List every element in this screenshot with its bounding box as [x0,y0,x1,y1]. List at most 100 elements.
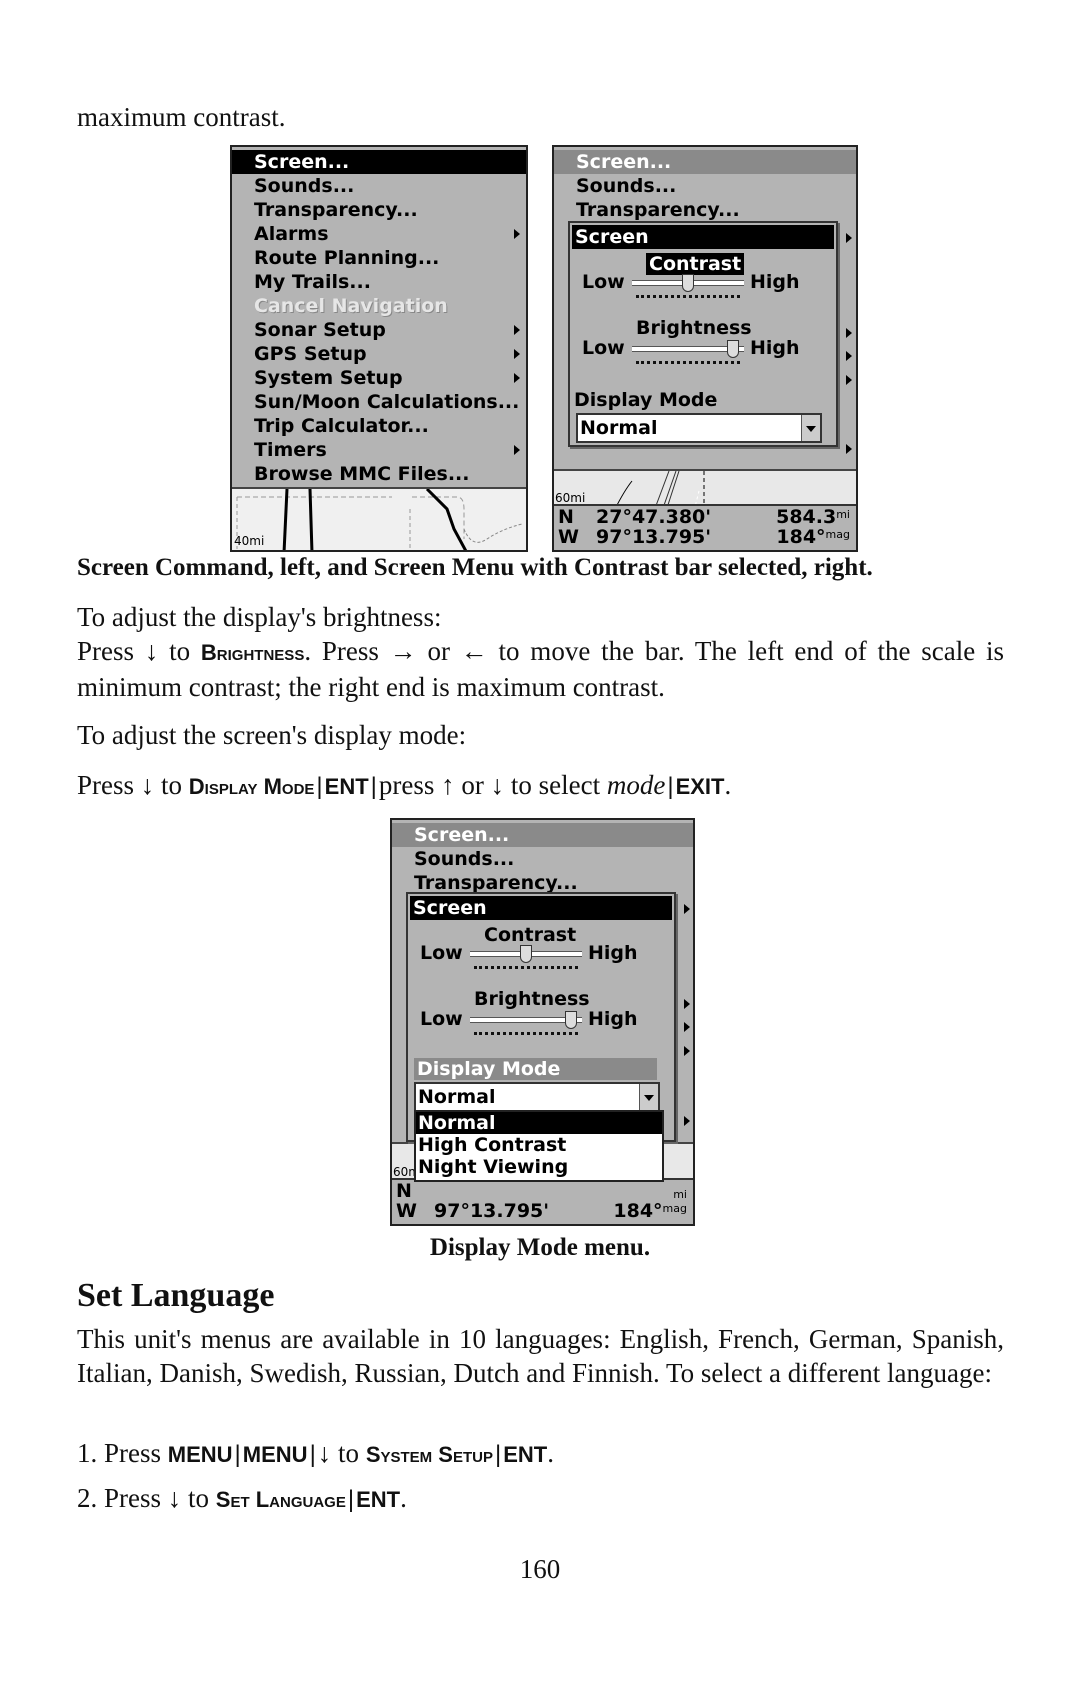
contrast-slider-ticks [474,962,578,969]
bearing-value: 184° [776,526,826,548]
map-scale: 40mi [234,534,265,548]
display-mode-options: Normal High Contrast Night Viewing [414,1110,664,1182]
brightness-intro: To adjust the display's brightness: [77,602,442,632]
submenu-arrow-icon [514,325,520,335]
chevron-down-icon[interactable] [801,415,820,441]
contrast-high-label: High [588,942,638,964]
bg-menu-item-sounds: Sounds... [576,175,677,197]
submenu-arrow-icon [514,229,520,239]
period: . [724,770,732,800]
bearing-unit: mag [662,1202,687,1215]
contrast-slider-thumb[interactable] [682,274,694,292]
menu-item[interactable]: Route Planning... [232,246,526,270]
lon-prefix: W [396,1200,417,1222]
submenu-arrow-icon [684,1116,690,1126]
key-menu: MENU [242,1442,308,1467]
submenu-arrow-icon [684,904,690,914]
chevron-down-icon[interactable] [639,1084,658,1110]
language-paragraph: This unit's menus are available in 10 la… [77,1324,1004,1388]
brightness-slider-thumb[interactable] [727,340,739,358]
screen-command-menu: Screen... Sounds... Transparency... Alarms R… [230,145,528,552]
contrast-label[interactable]: Contrast [484,924,576,946]
menu-item[interactable]: Alarms [232,222,526,246]
separator: | [494,1441,502,1468]
distance-value: 584.3 [776,506,837,528]
menu-item[interactable]: Browse MMC Files... [232,462,526,486]
position-status-bar: N mi W 97°13.795' 184°mag [392,1178,693,1224]
step-number: 1. [77,1438,98,1468]
menu-item[interactable]: Sounds... [232,174,526,198]
contrast-low-label: Low [582,271,625,293]
map-area: 40mi [232,487,526,550]
to-word: to [188,1483,210,1513]
option-normal[interactable]: Normal [416,1112,662,1134]
key-set-language: Set Language [215,1487,346,1512]
option-high-contrast[interactable]: High Contrast [416,1134,662,1156]
to-word: to [338,1438,360,1468]
menu-item[interactable]: Trip Calculator... [232,414,526,438]
brightness-high-label: High [750,337,800,359]
section-heading: Set Language [77,1277,275,1314]
longitude-row: W 97°13.795' 184°mag [558,526,850,548]
brightness-slider-ticks [636,357,740,364]
contrast-slider-thumb[interactable] [520,945,532,963]
press-word: Press [104,1483,162,1513]
submenu-arrow-icon [514,349,520,359]
lead-text: maximum contrast. [77,102,286,132]
step-2: 2. Press ↓ to Set Language|ENT. [77,1481,407,1517]
press-word: Press [77,636,135,666]
down-arrow-icon: ↓ [144,636,159,666]
period: . [400,1483,407,1513]
menu-item[interactable]: System Setup [232,366,526,390]
brightness-low-label: Low [582,337,625,359]
separator: | [316,773,323,800]
dialog-title: Screen [572,225,834,249]
brightness-label[interactable]: Brightness [474,988,590,1010]
step-1: 1. Press MENU|MENU|↓ to System Setup|ENT… [77,1436,554,1472]
longitude-row: W 97°13.795' 184°mag [396,1200,687,1222]
submenu-arrow-icon [684,999,690,1009]
brightness-high-label: High [588,1008,638,1030]
screen-settings-menu: Screen... Sounds... Transparency... 60mi… [552,145,858,552]
separator: | [347,1486,355,1513]
down-arrow-icon: ↓ [317,1438,332,1468]
latitude-row: N mi [396,1180,687,1202]
bearing-unit: mag [825,528,850,541]
display-mode-select[interactable]: Normal [414,1082,660,1112]
down-arrow-icon: ↓ [140,770,155,800]
map-scale: 60mi [555,491,586,505]
bearing-value: 184° [613,1200,663,1222]
contrast-slider-ticks [636,291,740,298]
lat-prefix: N [558,506,574,528]
menu-item: Cancel Navigation [254,295,448,317]
brightness-slider-ticks [474,1028,578,1035]
to-word: to [169,636,191,666]
menu-item[interactable]: Sonar Setup [232,318,526,342]
key-menu: MENU [167,1442,233,1467]
menu-item[interactable]: Sun/Moon Calculations... [232,390,526,414]
display-mode-value: Normal [418,1086,496,1108]
bearing-readout: 184°mag [613,1200,687,1222]
menu-item[interactable]: Screen... [232,150,526,174]
key-brightness: Brightness [200,640,305,665]
brightness-label[interactable]: Brightness [636,317,752,339]
separator: | [234,1441,241,1468]
menu-item[interactable]: My Trails... [232,270,526,294]
press-word: Press [104,1438,162,1468]
contrast-low-label: Low [420,942,463,964]
menu-item[interactable]: GPS Setup [232,342,526,366]
submenu-arrow-icon [846,375,852,385]
display-mode-intro: To adjust the screen's display mode: [77,720,467,750]
map-lines [236,489,523,550]
lat-prefix: N [396,1180,412,1202]
menu-item[interactable]: Transparency... [232,198,526,222]
display-mode-select[interactable]: Normal [576,413,822,443]
bg-menu-item-sounds: Sounds... [414,848,515,870]
menu-item[interactable]: Timers [232,438,526,462]
option-night-viewing[interactable]: Night Viewing [416,1156,662,1178]
press-word: Press [77,770,135,800]
contrast-label[interactable]: Contrast [646,253,745,275]
brightness-slider-thumb[interactable] [565,1011,577,1029]
key-ent: ENT [356,1487,401,1512]
submenu-arrow-icon [514,373,520,383]
